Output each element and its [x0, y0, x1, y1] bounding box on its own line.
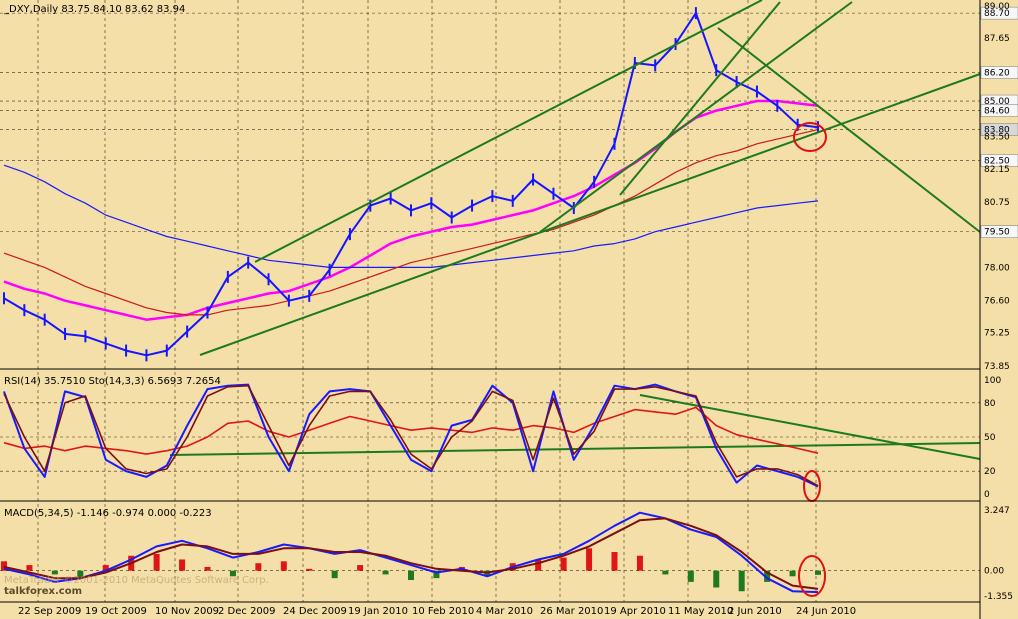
- macd-level-label: 3.247: [984, 506, 1010, 516]
- rsi-level-label: 20: [984, 467, 996, 477]
- x-axis-label: 2 Dec 2009: [218, 606, 276, 617]
- macd-bar: [255, 563, 262, 571]
- rsi-header: RSI(14) 35.7510 Sto(14,3,3) 6.5693 7.265…: [4, 376, 221, 387]
- rsi-level-label: 0: [984, 490, 990, 500]
- x-axis-label: 11 May 2010: [668, 606, 733, 617]
- macd-bar: [611, 551, 618, 571]
- macd-bar: [357, 565, 364, 571]
- macd-bar: [26, 565, 33, 571]
- macd-bar: [687, 570, 694, 582]
- macd-bar: [636, 555, 643, 571]
- rsi-levels: 100 80 50 20 0: [984, 376, 1001, 500]
- macd-bar: [586, 548, 593, 571]
- price-label: 82.15: [984, 165, 1010, 175]
- main-pane: [0, 0, 980, 368]
- x-axis-label: 2 Jun 2010: [728, 606, 782, 617]
- x-axis-label: 24 Jun 2010: [796, 606, 856, 617]
- macd-bar: [331, 570, 338, 579]
- macd-bar: [306, 568, 313, 571]
- price-label: 85.00: [984, 97, 1010, 107]
- price-label: 87.65: [984, 34, 1010, 44]
- macd-levels: 3.247 0.00 -1.355: [984, 506, 1013, 602]
- price-label: 79.50: [984, 228, 1010, 238]
- macd-bar: [662, 570, 669, 575]
- x-axis-label: 10 Feb 2010: [412, 606, 474, 617]
- macd-bar: [382, 570, 389, 575]
- price-label: 75.25: [984, 329, 1010, 339]
- price-label: 83.50: [984, 133, 1010, 143]
- price-label: 84.60: [984, 107, 1010, 117]
- macd-bar: [280, 561, 287, 571]
- price-label: 76.60: [984, 297, 1010, 307]
- price-label: 88.70: [984, 9, 1010, 19]
- macd-bar: [51, 570, 58, 575]
- macd-bar: [408, 570, 414, 581]
- macd-bar: [713, 570, 720, 588]
- watermark: MetaTrader ©2001-2010 MetaQuotes Softwar…: [4, 575, 269, 597]
- dxy-chart: 89.0088.7087.6586.2085.0084.6083.8083.50…: [0, 0, 1018, 619]
- macd-bar: [560, 557, 567, 571]
- rsi-level-label: 50: [984, 433, 996, 443]
- x-axis-label: 19 Apr 2010: [604, 606, 666, 617]
- price-label: 73.85: [984, 362, 1010, 372]
- macd-header: MACD(5,34,5) -1.146 -0.974 0.000 -0.223: [4, 508, 212, 519]
- x-axis-label: 22 Sep 2009: [18, 606, 81, 617]
- watermark-copyright: MetaTrader ©2001-2010 MetaQuotes Softwar…: [4, 575, 269, 586]
- x-axis-label: 19 Jan 2010: [348, 606, 408, 617]
- main-header: _DXY,Daily 83.75 84.10 83.62 83.94: [3, 4, 185, 15]
- macd-level-label: 0.00: [984, 567, 1004, 577]
- macd-bar: [815, 570, 821, 575]
- macd-bar: [153, 553, 160, 571]
- rsi-level-label: 80: [984, 399, 996, 409]
- price-labels: 89.0088.7087.6586.2085.0084.6083.8083.50…: [984, 2, 1010, 372]
- price-label: 80.75: [984, 198, 1010, 208]
- x-axis-label: 26 Mar 2010: [540, 606, 603, 617]
- price-label: 86.20: [984, 69, 1010, 79]
- macd-bar: [204, 566, 211, 571]
- rsi-level-label: 100: [984, 376, 1001, 386]
- x-axis-label: 10 Nov 2009: [155, 606, 219, 617]
- price-label: 78.00: [984, 263, 1010, 273]
- x-axis-labels: 22 Sep 2009 19 Oct 2009 10 Nov 20092 Dec 2…: [18, 606, 856, 617]
- macd-bar: [789, 570, 796, 577]
- watermark-logo: talkforex.com: [4, 586, 83, 597]
- macd-bar: [738, 570, 745, 592]
- x-axis-label: 4 Mar 2010: [476, 606, 533, 617]
- x-axis-label: 19 Oct 2009: [85, 606, 147, 617]
- macd-bar: [179, 559, 186, 571]
- x-axis-label: 24 Dec 2009: [283, 606, 347, 617]
- macd-level-label: -1.355: [984, 592, 1013, 602]
